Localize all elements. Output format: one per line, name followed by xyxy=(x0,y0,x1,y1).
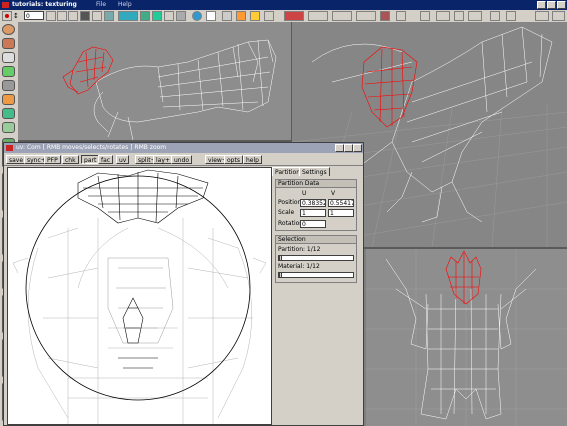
cube-icon[interactable] xyxy=(104,11,114,21)
tool-icon[interactable] xyxy=(396,11,406,21)
pen-icon[interactable] xyxy=(436,11,450,21)
exit-icon[interactable] xyxy=(552,11,565,21)
uv-layout xyxy=(12,169,267,424)
scissors-icon[interactable] xyxy=(468,11,482,21)
app-menu-bar: File Help xyxy=(96,0,142,10)
move-icon[interactable] xyxy=(284,11,304,21)
torus-tool-icon[interactable] xyxy=(2,52,15,63)
uv-close-button[interactable] xyxy=(353,144,362,152)
minimize-button[interactable] xyxy=(537,1,546,9)
help-button[interactable]: help xyxy=(243,155,262,164)
viewport-top[interactable] xyxy=(18,22,293,142)
magnet-icon[interactable] xyxy=(380,11,390,21)
material-count-label: Material: 1/12 xyxy=(278,263,320,270)
fac-button[interactable]: fac xyxy=(98,155,114,164)
frame-field[interactable]: 0 xyxy=(24,11,44,20)
u-column-label: U xyxy=(302,190,307,197)
scale-v-field[interactable]: 1 xyxy=(328,209,354,217)
chk-button[interactable]: chk xyxy=(62,155,79,164)
app-title-bar: tutorials: texturing File Help xyxy=(0,0,567,10)
menu-help[interactable]: Help xyxy=(118,1,132,8)
help-icon[interactable] xyxy=(506,11,516,21)
uv-toolbar: save sync+ PFP chk part fac uv split+ la… xyxy=(4,154,363,166)
cone-tool-icon[interactable] xyxy=(2,38,15,49)
close-button[interactable] xyxy=(557,1,566,9)
v-column-label: V xyxy=(331,190,336,197)
material-slider[interactable] xyxy=(278,272,354,278)
uv-maximize-button[interactable] xyxy=(344,144,353,152)
layout-icon[interactable] xyxy=(420,11,430,21)
position-v-field[interactable]: 0.55417 xyxy=(328,199,354,207)
selection-title: Selection xyxy=(276,236,356,244)
partition-count-label: Partition: 1/12 xyxy=(278,246,321,253)
position-label: Position xyxy=(278,199,302,206)
position-u-field[interactable]: 0.38352 xyxy=(300,199,326,207)
eye-icon[interactable] xyxy=(264,11,274,21)
curve-tool-icon[interactable] xyxy=(2,122,15,133)
grid-icon[interactable] xyxy=(80,11,90,21)
select-icon[interactable] xyxy=(68,11,78,21)
front-view-mesh xyxy=(366,249,567,426)
play-forward-icon[interactable] xyxy=(57,11,67,21)
cube-tool-icon[interactable] xyxy=(2,80,15,91)
partition-data-title: Partition Data xyxy=(276,180,356,188)
uv-editor-window: uv: Com [ RMB moves/selects/rotates ] RM… xyxy=(3,142,364,426)
paint-icon[interactable] xyxy=(236,11,246,21)
uv-minimize-button[interactable] xyxy=(335,144,344,152)
pfp-button[interactable]: PFP xyxy=(44,155,61,164)
brush-icon[interactable] xyxy=(250,11,260,21)
step-icon[interactable]: ↕ xyxy=(13,11,23,21)
render-icon[interactable] xyxy=(176,11,186,21)
material-slider-knob[interactable] xyxy=(279,272,282,278)
settings-icon[interactable] xyxy=(535,11,549,21)
viewport-front[interactable] xyxy=(366,249,567,426)
app-title: tutorials: texturing xyxy=(12,1,77,8)
uv-window-title-bar[interactable]: uv: Com [ RMB moves/selects/rotates ] RM… xyxy=(4,143,363,153)
selection-group: Selection Partition: 1/12 Material: 1/12 xyxy=(275,235,357,283)
scale-label: Scale xyxy=(278,209,295,216)
uv-button[interactable]: uv xyxy=(116,155,130,164)
sphere-icon[interactable] xyxy=(192,11,202,21)
menu-file[interactable]: File xyxy=(96,1,106,8)
image-icon[interactable] xyxy=(140,11,150,21)
app-icon xyxy=(2,2,9,8)
uv-side-panel: Partition Settings Partition Data U V Po… xyxy=(272,167,360,423)
lay-button[interactable]: lay+ xyxy=(153,155,173,164)
uv-window-title: uv: Com [ RMB moves/selects/rotates ] RM… xyxy=(16,144,167,151)
partition-slider[interactable] xyxy=(278,255,354,261)
save-icon[interactable] xyxy=(222,11,232,21)
scale-icon[interactable] xyxy=(332,11,352,21)
camera-icon[interactable] xyxy=(164,11,174,21)
light-icon[interactable] xyxy=(152,11,162,21)
tools-icon[interactable] xyxy=(454,11,464,21)
uv-window-icon xyxy=(6,145,13,151)
tab-settings[interactable]: Settings xyxy=(299,167,330,176)
record-icon[interactable] xyxy=(2,11,12,21)
opts-button[interactable]: opts xyxy=(224,155,243,164)
lock-icon[interactable] xyxy=(92,11,102,21)
cylinder-tool-icon[interactable] xyxy=(2,94,15,105)
part-button[interactable]: part xyxy=(81,155,100,164)
uv-canvas[interactable] xyxy=(7,167,272,425)
rotation-field[interactable]: 0 xyxy=(300,220,326,228)
deform-icon[interactable] xyxy=(356,11,376,21)
partition-data-group: Partition Data U V Position 0.38352 0.55… xyxy=(275,179,357,231)
plane-tool-icon[interactable] xyxy=(2,66,15,77)
scale-u-field[interactable]: 1 xyxy=(300,209,326,217)
rotate-icon[interactable] xyxy=(308,11,328,21)
maximize-button[interactable] xyxy=(547,1,556,9)
wave-icon[interactable] xyxy=(118,11,138,21)
sphere-tool-icon[interactable] xyxy=(2,24,15,35)
top-view-mesh xyxy=(62,39,277,140)
nurbs-tool-icon[interactable] xyxy=(2,108,15,119)
undo-button[interactable]: undo xyxy=(171,155,193,164)
options-icon[interactable] xyxy=(490,11,500,21)
partition-slider-knob[interactable] xyxy=(279,255,282,261)
play-back-icon[interactable] xyxy=(46,11,56,21)
table-icon[interactable] xyxy=(206,11,216,21)
